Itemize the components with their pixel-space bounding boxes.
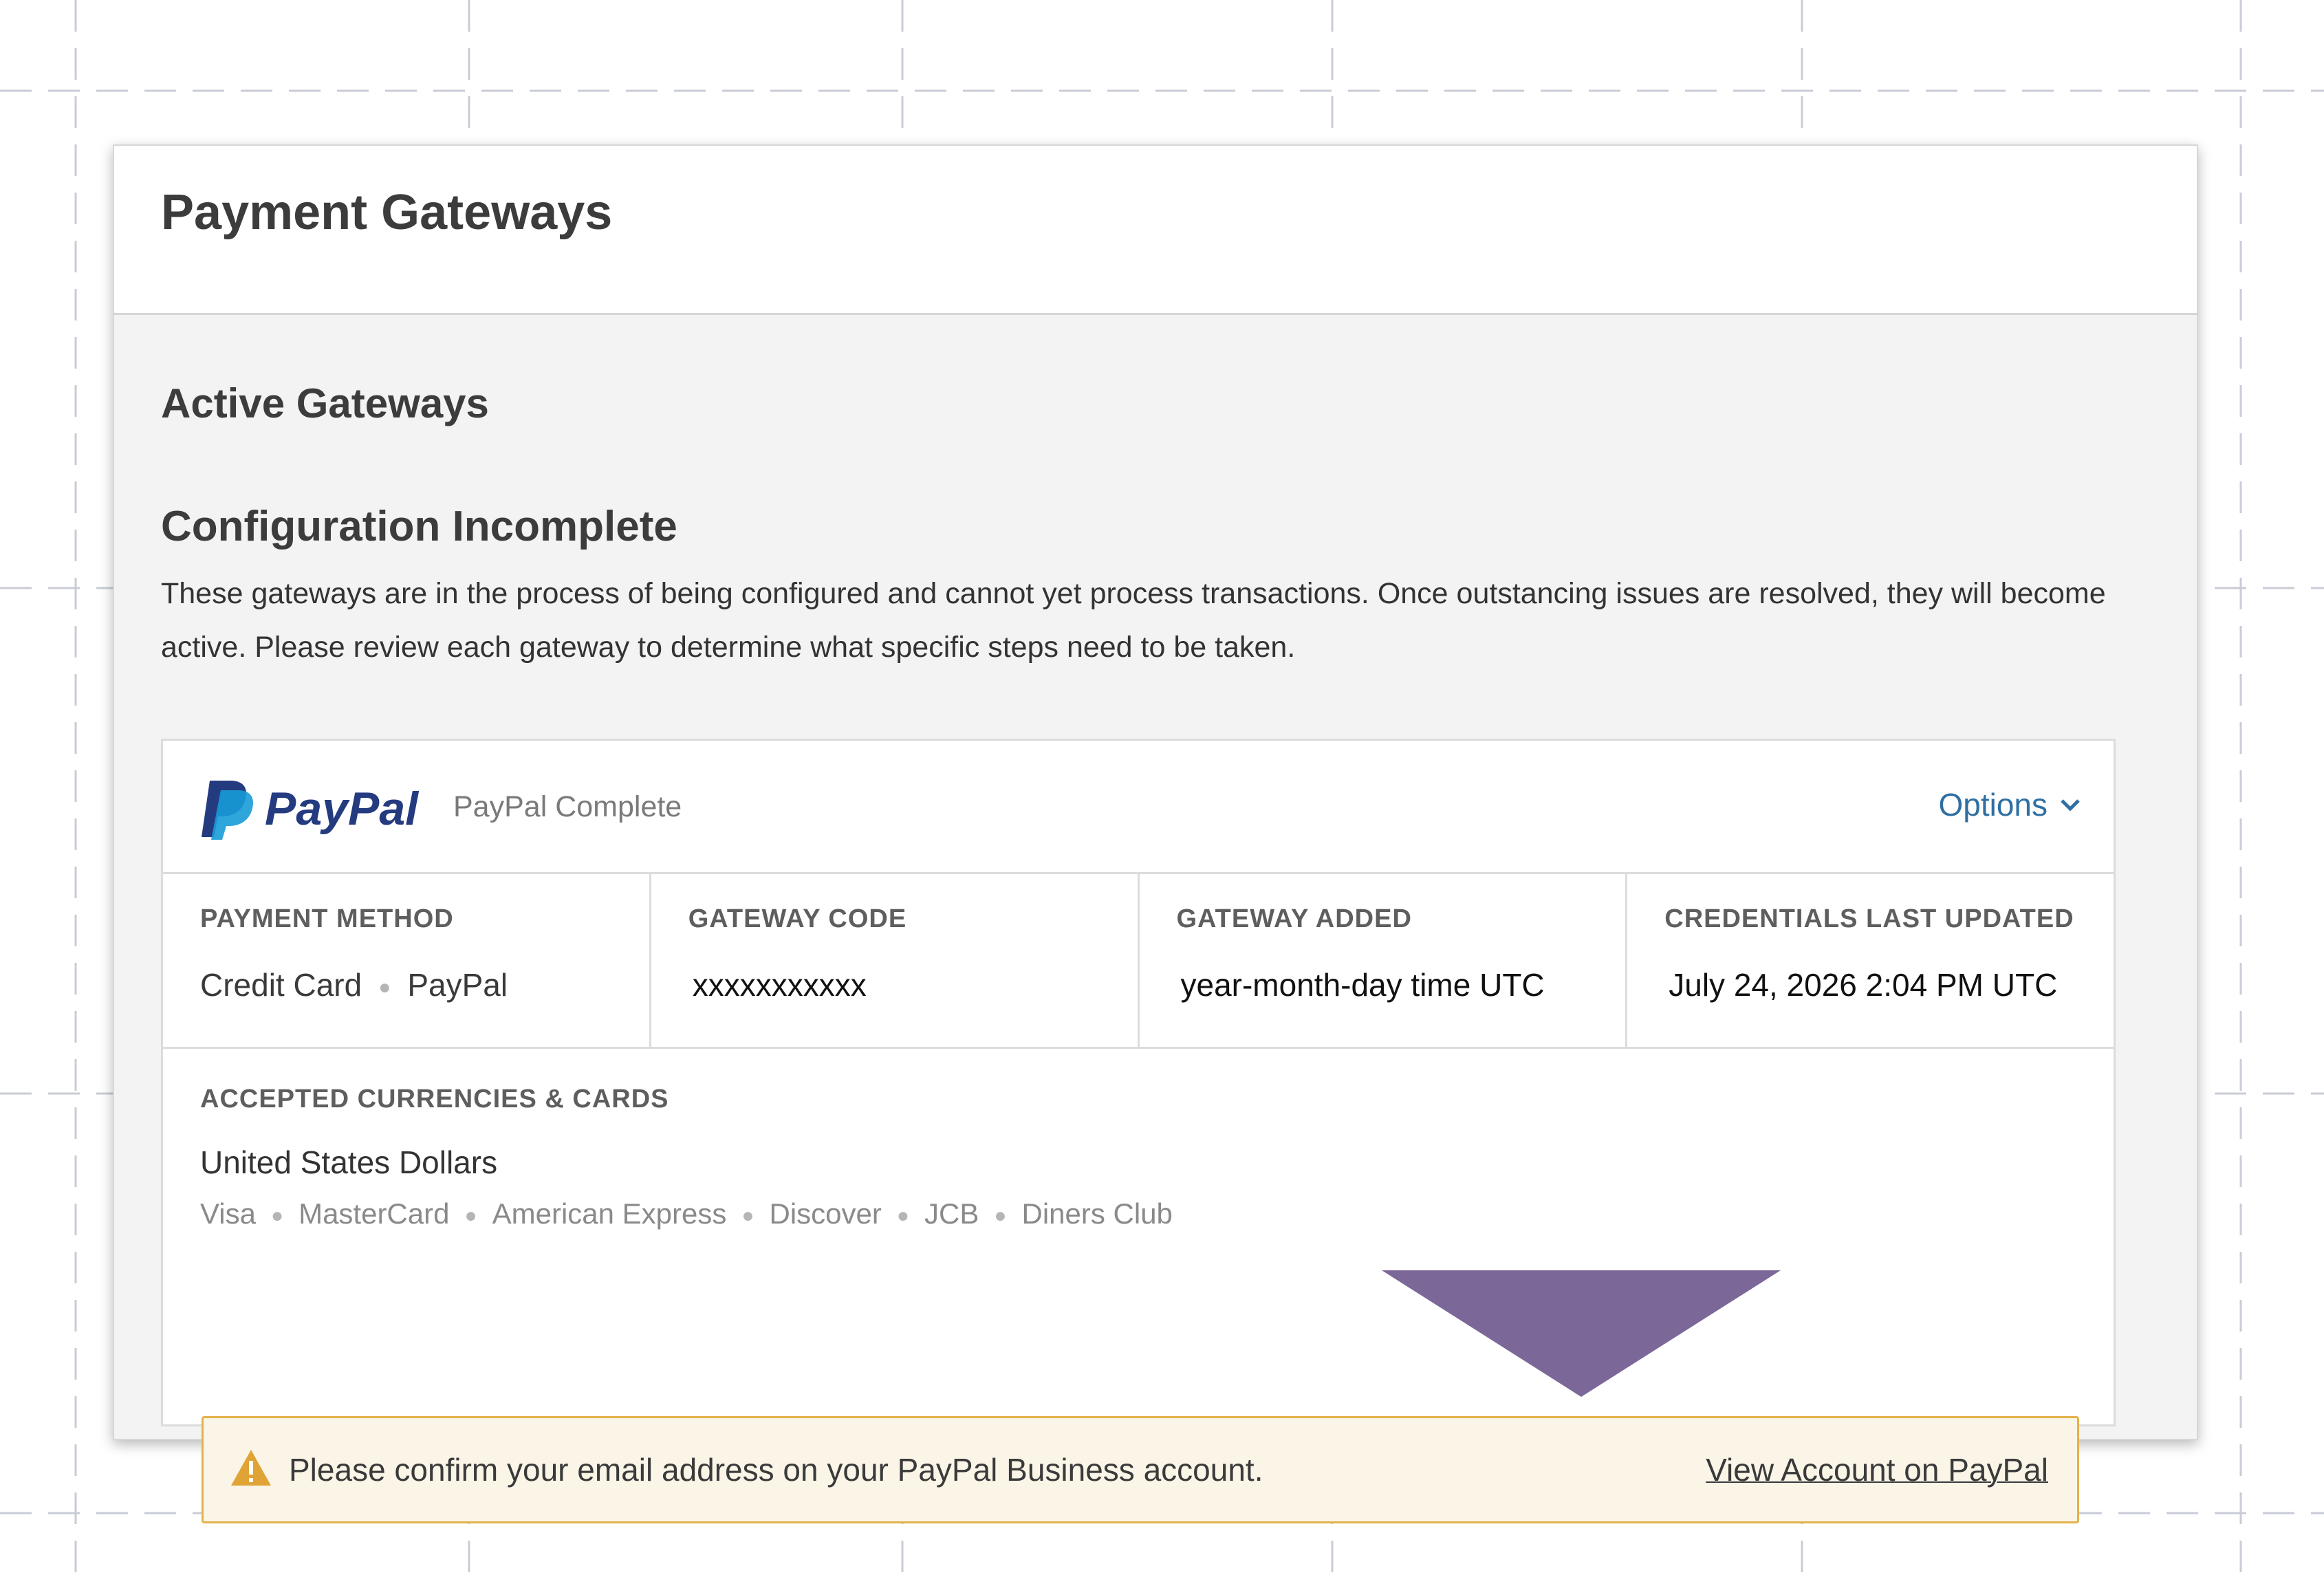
view-account-link[interactable]: View Account on PayPal bbox=[1706, 1451, 2048, 1488]
group-title: Configuration Incomplete bbox=[161, 503, 677, 550]
info-gateway-code: GATEWAY CODE xxxxxxxxxxx bbox=[651, 874, 1140, 1047]
separator-dot: ● bbox=[378, 975, 391, 999]
warning-alert: Please confirm your email address on you… bbox=[202, 1416, 2079, 1523]
info-credentials-updated: CREDENTIALS LAST UPDATED July 24, 2026 2… bbox=[1627, 874, 2114, 1047]
arrow-down-icon bbox=[1382, 1270, 1781, 1397]
payment-method-paypal: PayPal bbox=[407, 967, 508, 1003]
info-value: Credit Card ● PayPal bbox=[200, 966, 508, 1003]
paypal-wordmark: PayPal bbox=[265, 783, 420, 835]
separator-dot: ● bbox=[896, 1204, 910, 1227]
info-label: PAYMENT METHOD bbox=[200, 904, 454, 933]
payment-method-credit-card: Credit Card bbox=[200, 967, 362, 1003]
alert-message: Please confirm your email address on you… bbox=[289, 1452, 1263, 1488]
options-label: Options bbox=[1938, 787, 2048, 823]
options-dropdown[interactable]: Options bbox=[1938, 786, 2081, 823]
info-label: GATEWAY ADDED bbox=[1176, 904, 1412, 933]
gateway-header: PayPal PayPal Complete Options bbox=[163, 741, 2114, 874]
info-value: xxxxxxxxxxx bbox=[692, 967, 867, 1003]
card-item: Diners Club bbox=[1021, 1197, 1173, 1230]
info-value: July 24, 2026 2:04 PM UTC bbox=[1669, 967, 2058, 1003]
separator-dot: ● bbox=[994, 1204, 1007, 1227]
info-gateway-added: GATEWAY ADDED year-month-day time UTC bbox=[1140, 874, 1628, 1047]
paypal-logo-icon: PayPal bbox=[202, 781, 420, 840]
group-description: These gateways are in the process of bei… bbox=[161, 577, 2106, 664]
info-label: CREDENTIALS LAST UPDATED bbox=[1664, 904, 2074, 933]
separator-dot: ● bbox=[741, 1204, 754, 1227]
info-label: GATEWAY CODE bbox=[688, 904, 907, 933]
gateway-info-row: PAYMENT METHOD Credit Card ● PayPal GATEWA… bbox=[163, 874, 2114, 1049]
card-item: American Express bbox=[492, 1197, 727, 1230]
info-value: year-month-day time UTC bbox=[1180, 967, 1545, 1003]
gateway-panel: PayPal PayPal Complete Options PAYMENT M… bbox=[161, 739, 2116, 1523]
gateway-name: PayPal Complete bbox=[453, 790, 682, 823]
currencies-label: ACCEPTED CURRENCIES & CARDS bbox=[200, 1085, 669, 1114]
card-item: Discover bbox=[769, 1197, 882, 1230]
card-item: MasterCard bbox=[298, 1197, 450, 1230]
card-item: JCB bbox=[924, 1197, 979, 1230]
page-title: Payment Gateways bbox=[161, 185, 613, 240]
currency-name: United States Dollars bbox=[200, 1144, 498, 1180]
card-item: Visa bbox=[200, 1197, 256, 1230]
warning-icon bbox=[231, 1450, 271, 1486]
accepted-cards-list: Visa ● MasterCard ● American Express ● Discove… bbox=[200, 1197, 1173, 1230]
chevron-down-icon bbox=[2061, 799, 2080, 812]
separator-dot: ● bbox=[270, 1204, 284, 1227]
separator-dot: ● bbox=[464, 1204, 477, 1227]
section-title: Active Gateways bbox=[161, 380, 489, 426]
payment-gateways-card: Payment Gateways Active Gateways Configu… bbox=[113, 144, 2198, 1523]
info-payment-method: PAYMENT METHOD Credit Card ● PayPal bbox=[163, 874, 651, 1047]
card-header: Payment Gateways bbox=[114, 146, 2197, 315]
